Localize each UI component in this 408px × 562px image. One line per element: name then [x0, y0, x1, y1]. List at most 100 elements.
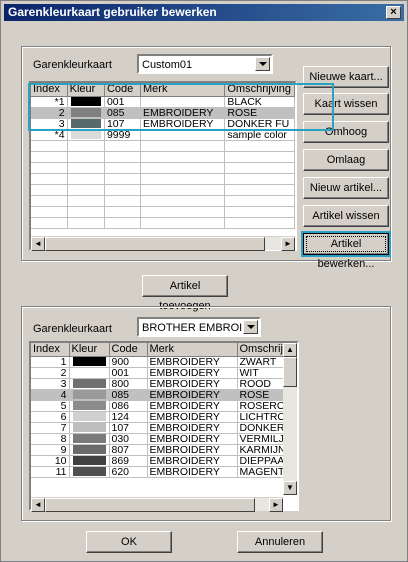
row-brand: EMBROIDERY [147, 400, 238, 412]
table-row[interactable]: 1 900 EMBROIDERY ZWART [31, 356, 295, 368]
row-code: 807 [109, 444, 148, 456]
delete-card-button[interactable]: Kaart wissen [303, 93, 389, 115]
title-bar[interactable]: Garenkleurkaart gebruiker bewerken × [4, 4, 404, 21]
edit-item-button[interactable]: Artikel bewerken... [303, 233, 389, 270]
top-hscroll-thumb[interactable] [45, 237, 265, 251]
row-index: 8 [31, 433, 70, 445]
row-brand: EMBROIDERY [140, 107, 226, 119]
column-header[interactable]: Code [104, 83, 142, 97]
row-code: 9999 [104, 129, 142, 141]
row-code: 869 [109, 455, 148, 467]
top-grid[interactable]: Index Kleur Code Merk Omschrijving *1 001 BLAC… [29, 81, 297, 251]
row-code: 086 [109, 400, 148, 412]
row-brand: EMBROIDERY [147, 367, 238, 379]
bottom-table: Index Kleur Code Merk Omschrijvi 1 900 EMBROID… [31, 343, 295, 478]
top-table: Index Kleur Code Merk Omschrijving *1 001 BLAC… [31, 83, 295, 229]
table-row[interactable]: *1 001 BLACK [31, 96, 295, 108]
bottom-grid[interactable]: Index Kleur Code Merk Omschrijvi 1 900 EMBROID… [29, 341, 299, 511]
row-color [69, 422, 110, 434]
column-header[interactable]: Index [31, 343, 70, 357]
color-swatch [72, 434, 106, 443]
table-row[interactable]: 10 869 EMBROIDERY DIEPPAAF [31, 455, 295, 467]
table-row[interactable]: 2 001 EMBROIDERY WIT [31, 367, 295, 379]
empty-row [31, 195, 295, 207]
column-header[interactable]: Kleur [67, 83, 105, 97]
chevron-down-icon[interactable] [255, 57, 270, 71]
chevron-down-icon[interactable] [243, 320, 258, 334]
move-down-button[interactable]: Omlaag [303, 149, 389, 171]
bottom-vscrollbar[interactable]: ▲ ▼ [283, 343, 297, 495]
top-hscrollbar[interactable]: ◄ ► [31, 236, 295, 251]
table-row[interactable]: 5 086 EMBROIDERY ROSERO( [31, 400, 295, 412]
row-code: 107 [104, 118, 142, 130]
row-brand: EMBROIDERY [147, 422, 238, 434]
bottom-hscroll-thumb[interactable] [45, 498, 255, 512]
table-row[interactable]: 2 085 EMBROIDERY ROSE [31, 107, 295, 119]
row-color [67, 118, 105, 130]
move-up-button[interactable]: Omhoog [303, 121, 389, 143]
top-card-combo[interactable]: Custom01 [137, 54, 273, 74]
color-swatch [70, 108, 101, 117]
column-header[interactable]: Omschrijving [224, 83, 295, 97]
table-row[interactable]: 9 807 EMBROIDERY KARMIJN [31, 444, 295, 456]
row-code: 124 [109, 411, 148, 423]
column-header[interactable]: Code [109, 343, 148, 357]
table-row[interactable]: 3 800 EMBROIDERY ROOD [31, 378, 295, 390]
column-header[interactable]: Index [31, 83, 68, 97]
row-brand: EMBROIDERY [147, 411, 238, 423]
row-brand: EMBROIDERY [147, 433, 238, 445]
row-color [67, 96, 105, 108]
scroll-up-icon[interactable]: ▲ [283, 343, 297, 357]
table-row[interactable]: 6 124 EMBROIDERY LICHTRO! [31, 411, 295, 423]
table-row[interactable]: 11 620 EMBROIDERY MAGENTA [31, 466, 295, 478]
row-index: 9 [31, 444, 70, 456]
bottom-card-combo[interactable]: BROTHER EMBROIDI [137, 317, 261, 337]
row-index: 7 [31, 422, 70, 434]
row-code: 030 [109, 433, 148, 445]
delete-item-button[interactable]: Artikel wissen [303, 205, 389, 227]
scroll-right-icon[interactable]: ► [281, 237, 295, 251]
color-swatch [72, 357, 106, 366]
column-header[interactable]: Merk [147, 343, 238, 357]
new-item-button[interactable]: Nieuw artikel... [303, 177, 389, 199]
bottom-table-header: Index Kleur Code Merk Omschrijvi [31, 343, 295, 357]
color-swatch [70, 119, 101, 128]
bottom-card-label: Garenkleurkaart [33, 323, 112, 335]
row-code: 800 [109, 378, 148, 390]
ok-button[interactable]: OK [86, 531, 172, 553]
row-color [67, 129, 105, 141]
empty-row [31, 184, 295, 196]
close-button[interactable]: × [386, 6, 401, 19]
scroll-left-icon[interactable]: ◄ [31, 237, 45, 251]
add-item-button[interactable]: Artikel toevoegen [142, 275, 228, 312]
color-swatch [70, 97, 101, 106]
table-row[interactable]: 3 107 EMBROIDERY DONKER FU [31, 118, 295, 130]
empty-row [31, 173, 295, 185]
table-row[interactable]: 8 030 EMBROIDERY VERMILJC [31, 433, 295, 445]
row-description: ROSE [224, 107, 295, 119]
scroll-left-icon[interactable]: ◄ [31, 498, 45, 512]
row-index: 6 [31, 411, 70, 423]
table-row[interactable]: *4 9999 sample color [31, 129, 295, 141]
table-row[interactable]: 4 085 EMBROIDERY ROSE [31, 389, 295, 401]
row-color [69, 411, 110, 423]
color-swatch [72, 423, 106, 432]
bottom-vscroll-thumb[interactable] [283, 357, 297, 387]
scroll-down-icon[interactable]: ▼ [283, 481, 297, 495]
window-title: Garenkleurkaart gebruiker bewerken [8, 5, 217, 19]
column-header[interactable]: Merk [140, 83, 226, 97]
row-brand [140, 129, 226, 141]
new-card-button[interactable]: Nieuwe kaart... [303, 66, 389, 88]
color-swatch [72, 445, 106, 454]
empty-row [31, 151, 295, 163]
table-row[interactable]: 7 107 EMBROIDERY DONKER [31, 422, 295, 434]
cancel-button[interactable]: Annuleren [237, 531, 323, 553]
scroll-right-icon[interactable]: ► [269, 498, 283, 512]
bottom-hscrollbar[interactable]: ◄ ► [31, 497, 283, 512]
row-brand: EMBROIDERY [147, 466, 238, 478]
row-color [69, 356, 110, 368]
color-swatch [72, 379, 106, 388]
column-header[interactable]: Kleur [69, 343, 110, 357]
row-color [69, 466, 110, 478]
empty-row [31, 217, 295, 229]
